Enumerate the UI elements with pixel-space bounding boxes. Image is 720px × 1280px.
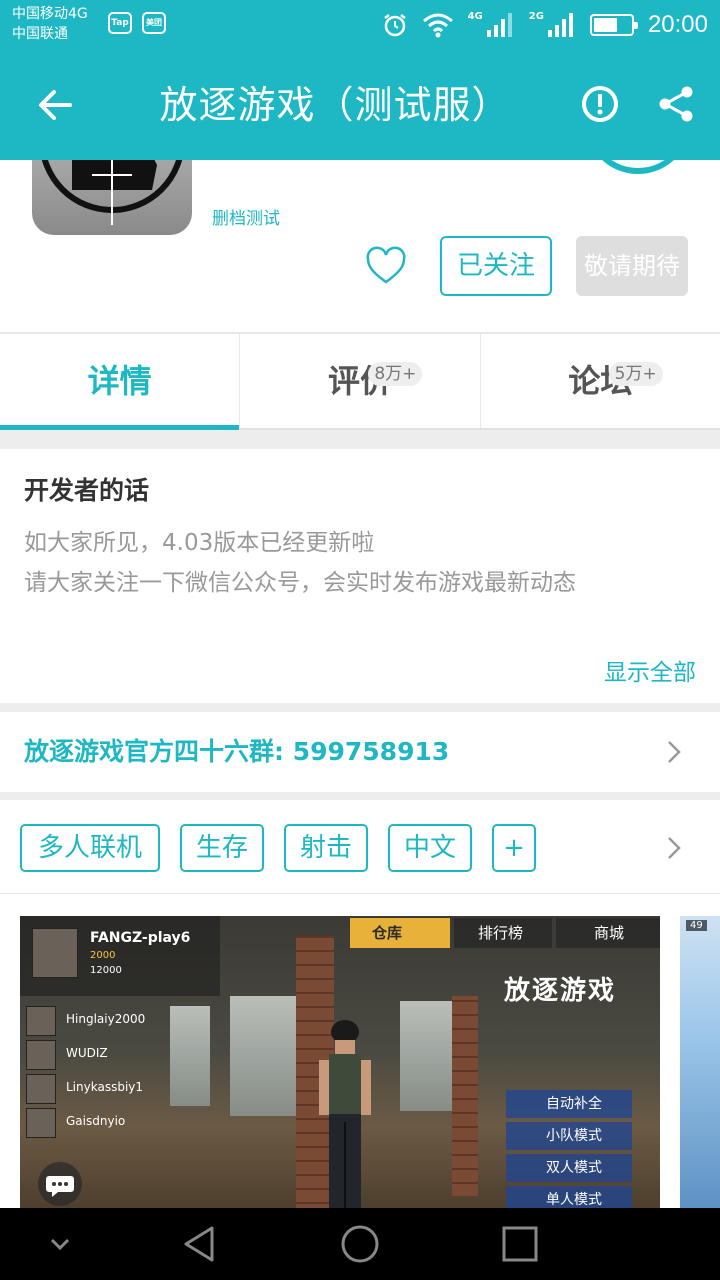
- recents-nav-icon[interactable]: [502, 1226, 538, 1262]
- tag-chinese[interactable]: 中文: [388, 824, 472, 872]
- game-screenshot[interactable]: FANGZ-play6 2000 12000 Hinglaiy2000 WUDI…: [20, 916, 660, 1208]
- developer-notes: 开发者的话 如大家所见，4.03版本已经更新啦 请大家关注一下微信公众号，会实时…: [0, 449, 720, 703]
- player-name: FANGZ-play6: [90, 930, 191, 946]
- character-figure: [319, 1020, 371, 1208]
- tap-app-icon: Tap: [108, 12, 132, 34]
- game-title-logo: 放逐游戏: [504, 976, 617, 1006]
- friend-avatar: [26, 1074, 56, 1104]
- gem-count: 12000: [90, 965, 122, 976]
- tab-reviews[interactable]: 评价 8万+: [239, 334, 479, 428]
- tag-row: 多人联机 生存 射击 中文 +: [0, 800, 720, 894]
- tab-bar: 详情 评价 8万+ 论坛 5万+: [0, 332, 720, 430]
- shop-tab: 商城: [556, 918, 660, 948]
- friend-avatar: [26, 1006, 56, 1036]
- divider: [0, 792, 720, 800]
- coin-count: 2000: [90, 950, 116, 961]
- game-screenshot-next[interactable]: 49: [680, 916, 720, 1208]
- game-header: 删档测试 已关注 敬请期待: [0, 160, 720, 332]
- carrier-1: 中国移动4G: [12, 6, 88, 22]
- follow-button[interactable]: 已关注: [440, 236, 552, 296]
- chat-icon: [38, 1162, 82, 1206]
- arrow-left-icon[interactable]: [30, 80, 80, 130]
- heart-icon[interactable]: [364, 244, 408, 288]
- carrier-2: 中国联通: [12, 26, 68, 42]
- tag-multiplayer[interactable]: 多人联机: [20, 824, 160, 872]
- friend-name: Hinglaiy2000: [66, 1012, 146, 1026]
- system-nav-bar: [0, 1208, 720, 1280]
- battery-level: [593, 18, 618, 32]
- net-type-2: 2G: [528, 10, 544, 22]
- warehouse-tab: 仓库: [350, 918, 450, 948]
- await-button[interactable]: 敬请期待: [576, 236, 688, 296]
- meituan-app-icon: 美团: [142, 12, 166, 34]
- divider: [0, 703, 720, 712]
- qq-group-text: 放逐游戏官方四十六群: 599758913: [24, 737, 450, 766]
- mode-auto-fill: 自动补全: [506, 1090, 632, 1118]
- share-icon[interactable]: [656, 84, 696, 124]
- tab-details[interactable]: 详情: [0, 334, 240, 430]
- tab-details-label: 详情: [87, 362, 152, 400]
- back-nav-icon[interactable]: [180, 1224, 220, 1264]
- clock: 20:00: [647, 11, 708, 38]
- window: [170, 1006, 210, 1106]
- next-shot-badge: 49: [686, 920, 707, 931]
- scope-emblem-icon: [41, 160, 183, 225]
- wifi-icon: [422, 13, 453, 38]
- chevron-down-icon[interactable]: [48, 1234, 72, 1254]
- battery-icon: [589, 14, 638, 36]
- game-logo: [32, 160, 192, 235]
- forum-count-badge: 5万+: [608, 362, 663, 386]
- test-tag: 删档测试: [212, 209, 280, 229]
- developer-line-1: 如大家所见，4.03版本已经更新啦: [24, 530, 375, 556]
- home-nav-icon[interactable]: [340, 1224, 380, 1264]
- signal-icon-2: [547, 13, 573, 37]
- chevron-right-icon[interactable]: [666, 834, 682, 862]
- teal-badge: [590, 160, 686, 174]
- tab-forum[interactable]: 论坛 5万+: [479, 334, 720, 428]
- screenshot-carousel[interactable]: FANGZ-play6 2000 12000 Hinglaiy2000 WUDI…: [0, 895, 720, 1208]
- mode-squad: 小队模式: [506, 1122, 632, 1150]
- app-toolbar: 放逐游戏（测试服）: [0, 50, 720, 160]
- friend-name: Gaisdnyio: [66, 1114, 126, 1128]
- developer-line-2: 请大家关注一下微信公众号，会实时发布游戏最新动态: [24, 570, 576, 596]
- carrier-info: 中国移动4G 中国联通: [12, 4, 88, 44]
- page-title: 放逐游戏（测试服）: [159, 83, 511, 127]
- status-bar: 中国移动4G 中国联通 Tap 美团 4G 2G 20:00: [0, 0, 720, 50]
- qq-group-row[interactable]: 放逐游戏官方四十六群: 599758913: [0, 712, 720, 792]
- friend-avatar: [26, 1108, 56, 1138]
- net-type-1: 4G: [467, 10, 483, 22]
- exclamation-circle-icon[interactable]: [580, 84, 620, 124]
- show-all-link[interactable]: 显示全部: [604, 653, 696, 687]
- alarm-icon: [383, 14, 406, 37]
- mode-duo: 双人模式: [506, 1154, 632, 1182]
- friend-avatar: [26, 1040, 56, 1070]
- window: [400, 1001, 460, 1111]
- ranking-tab: 排行榜: [454, 918, 552, 948]
- brick-pillar: [452, 996, 478, 1196]
- player-avatar: [32, 928, 78, 978]
- friend-name: WUDIZ: [66, 1046, 108, 1060]
- reviews-count-badge: 8万+: [368, 362, 423, 386]
- divider: [0, 430, 720, 449]
- chevron-right-icon: [668, 741, 681, 763]
- tag-shooter[interactable]: 射击: [284, 824, 368, 872]
- developer-heading: 开发者的话: [24, 476, 150, 505]
- player-panel: FANGZ-play6 2000 12000: [20, 916, 220, 996]
- tag-add-button[interactable]: +: [492, 824, 536, 872]
- tag-survival[interactable]: 生存: [180, 824, 264, 872]
- mode-solo: 单人模式: [506, 1186, 632, 1208]
- signal-icon: [486, 13, 512, 37]
- friend-name: Linykassbiy1: [66, 1080, 144, 1094]
